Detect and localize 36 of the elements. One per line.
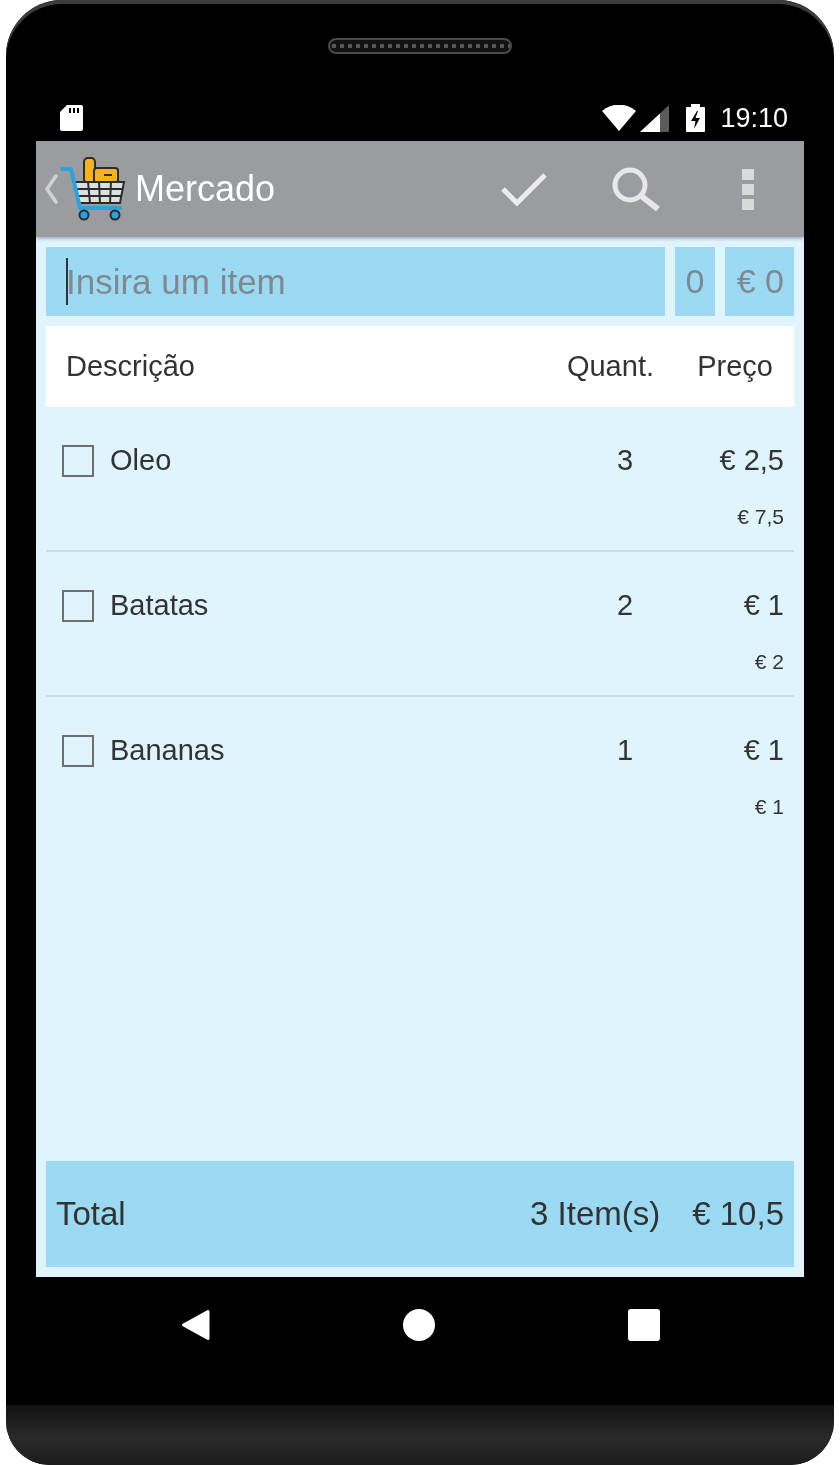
back-icon[interactable]	[180, 1309, 210, 1341]
column-header: Descrição	[66, 348, 196, 384]
total-amount: € 10,5	[692, 1194, 784, 1235]
item-quantity: 1	[615, 735, 635, 767]
column-header: Quant.	[566, 348, 654, 384]
item-subtotal: € 7,5	[737, 505, 784, 529]
battery-charging-icon	[686, 104, 706, 132]
home-icon[interactable]	[402, 1309, 435, 1341]
item-name: Batatas	[110, 590, 210, 622]
item-quantity: 2	[615, 590, 635, 622]
shopping-cart-icon	[60, 157, 126, 221]
total-label: Total	[56, 1194, 127, 1235]
wifi-icon	[602, 105, 637, 131]
item-count: 3 Item(s)	[530, 1194, 661, 1235]
column-header: Preço	[696, 348, 773, 384]
item-name: Oleo	[110, 445, 173, 477]
search-icon[interactable]	[612, 167, 660, 211]
item-name: Bananas	[110, 735, 226, 767]
checkbox[interactable]	[62, 590, 94, 622]
item-subtotal: € 1	[754, 795, 784, 819]
quantity-input[interactable]: 0	[675, 247, 715, 316]
clock-time: 19:10	[720, 104, 788, 132]
item-price: € 2,5	[718, 445, 784, 477]
item-quantity: 3	[615, 445, 635, 477]
app-title: Mercado	[135, 169, 276, 209]
item-input[interactable]: Insira um item	[46, 247, 665, 316]
sd-card-icon	[60, 105, 83, 131]
checkbox[interactable]	[62, 445, 94, 477]
check-icon[interactable]	[500, 171, 548, 207]
recents-icon[interactable]	[627, 1309, 660, 1341]
item-price: € 1	[742, 735, 784, 767]
item-subtotal: € 2	[754, 650, 784, 674]
checkbox[interactable]	[62, 735, 94, 767]
signal-icon	[640, 104, 670, 132]
price-input[interactable]: € 0	[725, 247, 794, 316]
item-price: € 1	[742, 590, 784, 622]
